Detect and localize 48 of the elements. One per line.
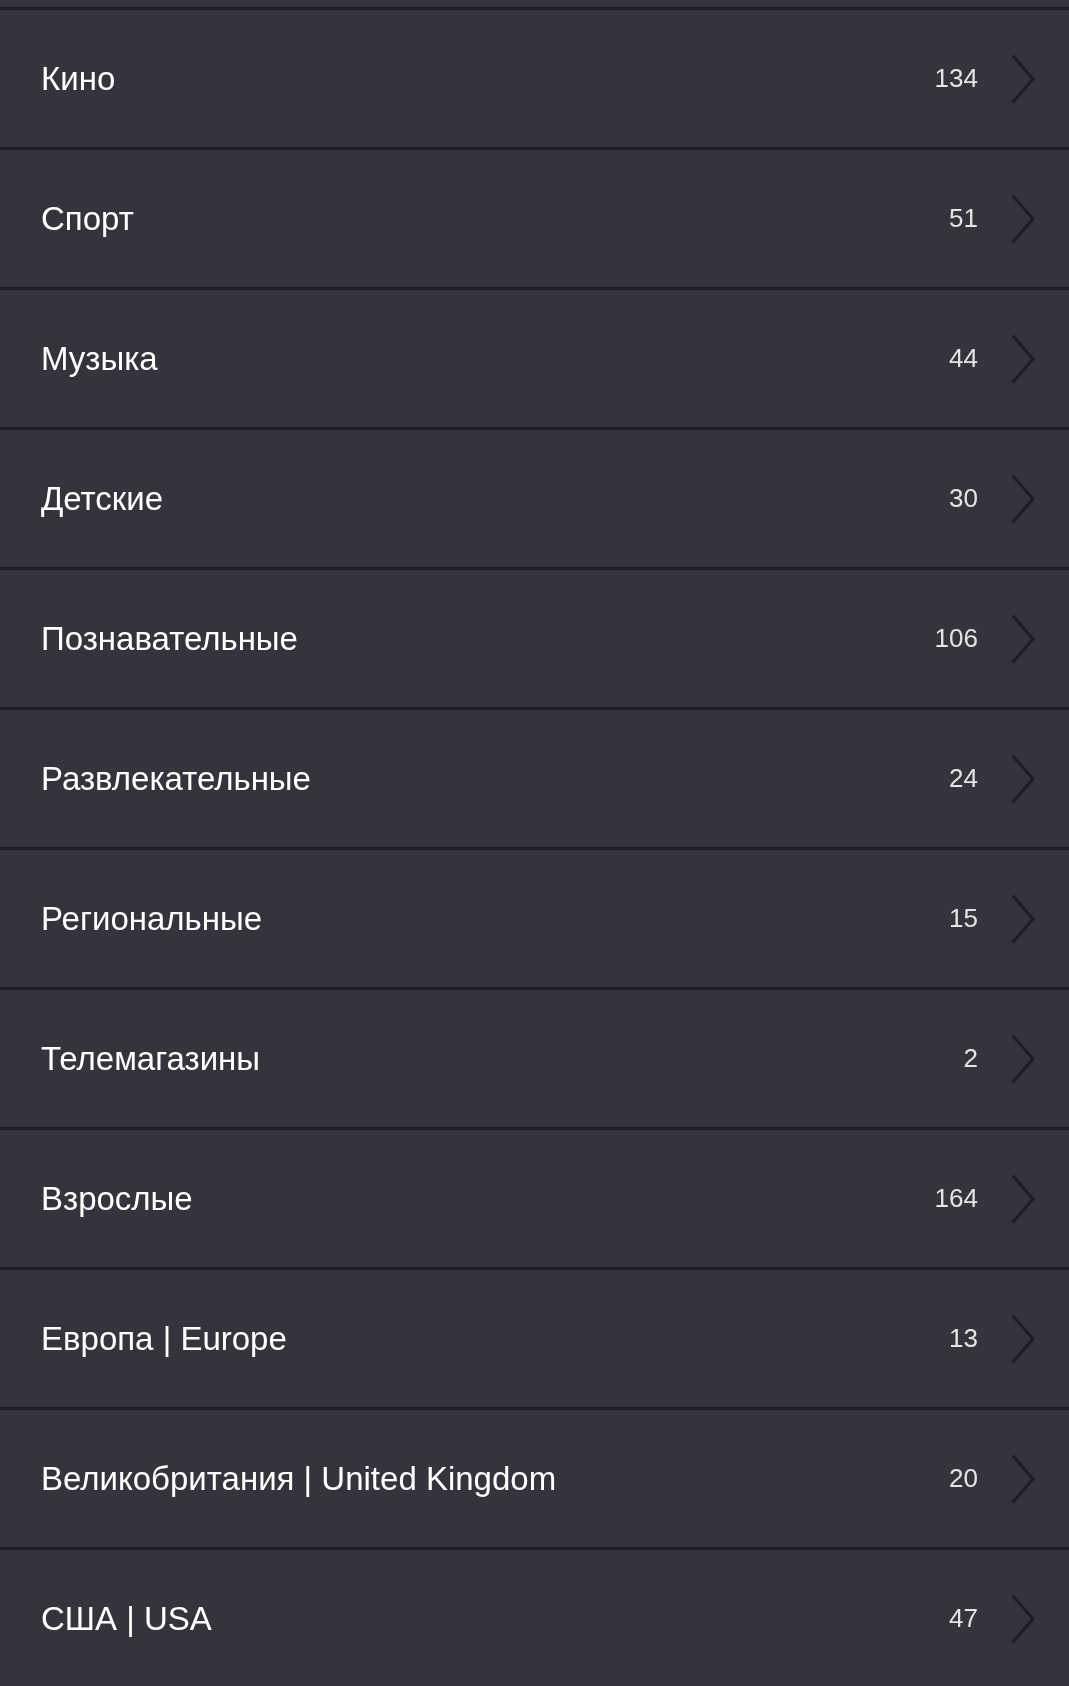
category-row[interactable]: Кино 134 xyxy=(0,10,1069,147)
category-row[interactable]: Взрослые 164 xyxy=(0,1130,1069,1267)
category-row[interactable]: Региональные 15 xyxy=(0,850,1069,987)
chevron-right-icon xyxy=(1011,1313,1035,1364)
category-label: Спорт xyxy=(41,199,135,238)
category-label: Взрослые xyxy=(41,1179,194,1218)
category-row[interactable]: Телемагазины 2 xyxy=(0,990,1069,1127)
channel-count: 164 xyxy=(934,1183,978,1214)
channel-count: 51 xyxy=(949,203,978,234)
channel-count: 44 xyxy=(949,343,978,374)
channel-count: 134 xyxy=(934,63,978,94)
channel-count: 2 xyxy=(963,1043,978,1074)
category-row[interactable]: Музыка 44 xyxy=(0,290,1069,427)
chevron-right-icon xyxy=(1011,753,1035,804)
chevron-right-icon xyxy=(1011,893,1035,944)
channel-count: 24 xyxy=(949,763,978,794)
chevron-right-icon xyxy=(1011,333,1035,384)
chevron-right-icon xyxy=(1011,193,1035,244)
category-label: Познавательные xyxy=(41,619,299,658)
channel-count: 20 xyxy=(949,1463,978,1494)
category-row[interactable]: Спорт 51 xyxy=(0,150,1069,287)
category-row[interactable]: Детские 30 xyxy=(0,430,1069,567)
category-row[interactable]: Европа | Europe 13 xyxy=(0,1270,1069,1407)
category-label: США | USA xyxy=(41,1599,213,1638)
channel-count: 106 xyxy=(934,623,978,654)
chevron-right-icon xyxy=(1011,1173,1035,1224)
category-label: Развлекательные xyxy=(41,759,312,798)
channel-count: 15 xyxy=(949,903,978,934)
category-label: Музыка xyxy=(41,339,159,378)
chevron-right-icon xyxy=(1011,473,1035,524)
category-label: Европа | Europe xyxy=(41,1319,288,1358)
category-row[interactable]: Великобритания | United Kingdom 20 xyxy=(0,1410,1069,1547)
chevron-right-icon xyxy=(1011,53,1035,104)
category-label: Кино xyxy=(41,59,117,98)
category-label: Детские xyxy=(41,479,165,518)
category-label: Телемагазины xyxy=(41,1039,261,1078)
chevron-right-icon xyxy=(1011,1453,1035,1504)
channel-count: 13 xyxy=(949,1323,978,1354)
channel-count: 47 xyxy=(949,1603,978,1634)
chevron-right-icon xyxy=(1011,613,1035,664)
channel-count: 30 xyxy=(949,483,978,514)
category-row[interactable]: Развлекательные 24 xyxy=(0,710,1069,847)
chevron-right-icon xyxy=(1011,1033,1035,1084)
category-label: Региональные xyxy=(41,899,264,938)
category-row[interactable]: США | USA 47 xyxy=(0,1550,1069,1686)
category-label: Великобритания | United Kingdom xyxy=(41,1459,558,1498)
chevron-right-icon xyxy=(1011,1593,1035,1644)
category-row[interactable]: Познавательные 106 xyxy=(0,570,1069,707)
